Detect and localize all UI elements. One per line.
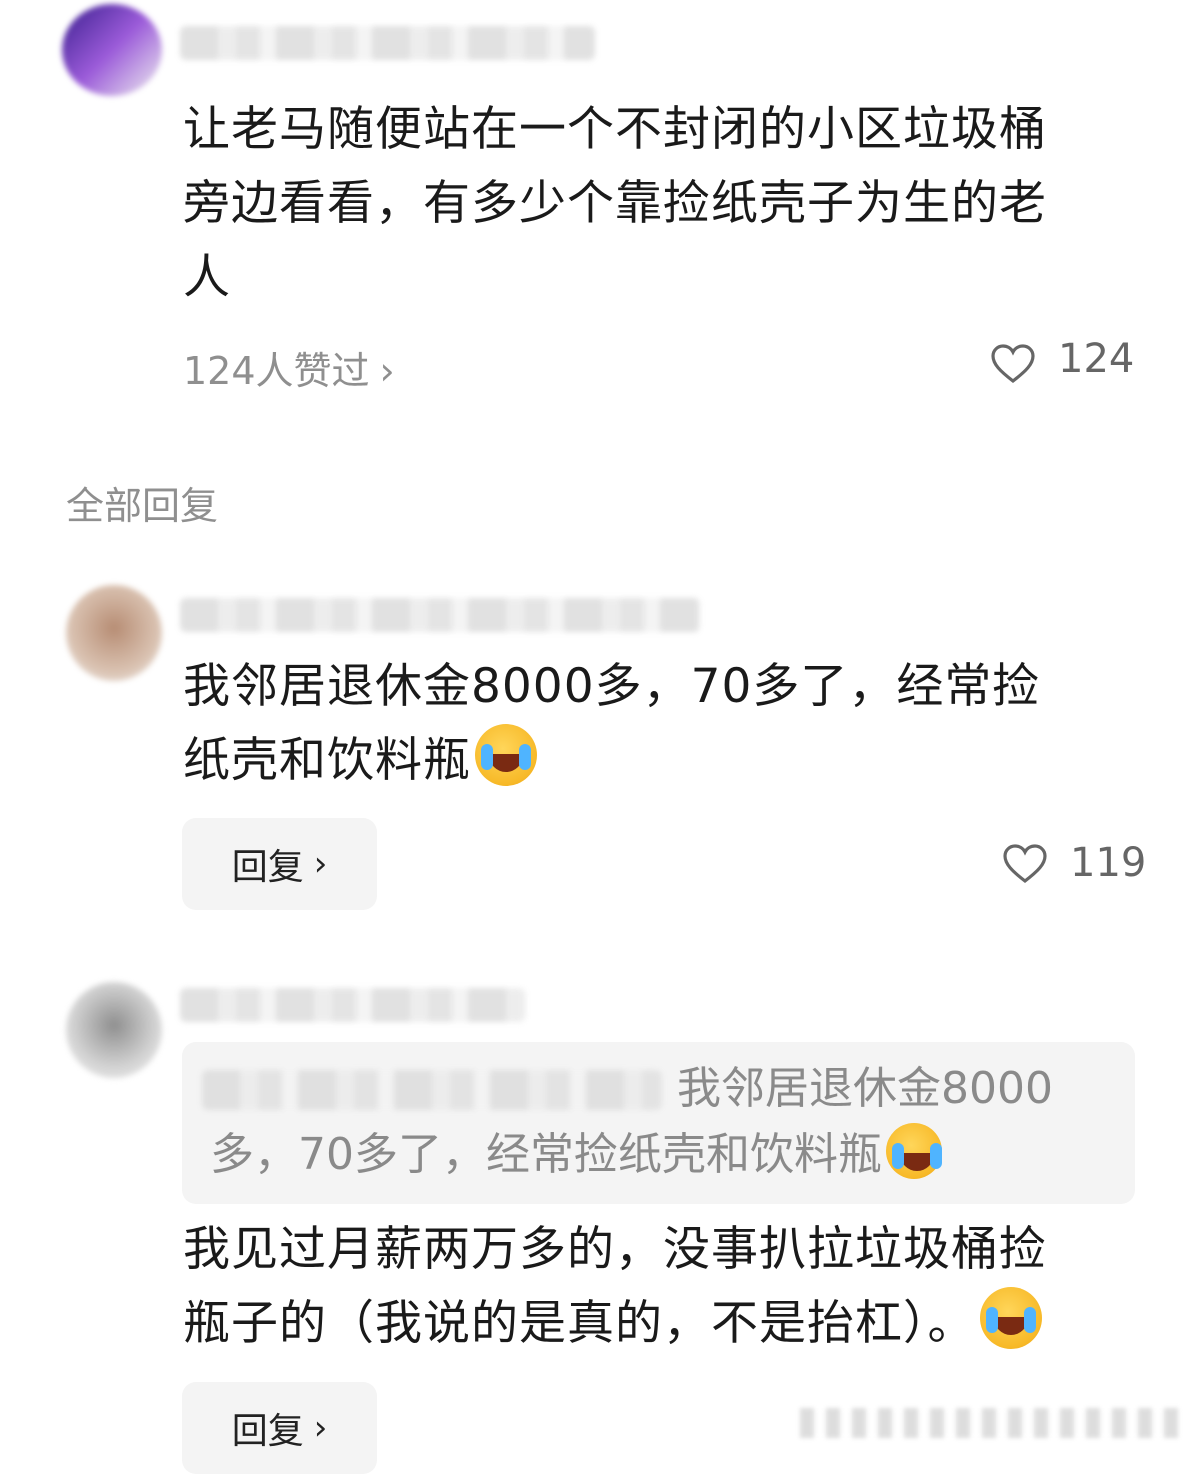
quoted-username-blurred: [202, 1070, 662, 1110]
username-blurred[interactable]: [180, 26, 595, 60]
username-blurred[interactable]: [180, 988, 525, 1022]
like-count: 124: [1058, 336, 1135, 382]
reply-button-label: 回复: [231, 847, 304, 888]
avatar[interactable]: [62, 4, 162, 96]
avatar[interactable]: [66, 982, 162, 1078]
watermark-blurred: [800, 1408, 1180, 1438]
reply-line-text: 瓶子的（我说的是真的，不是抬杠）。: [183, 1296, 976, 1351]
comment-line: 人: [183, 250, 231, 305]
quote-line: 我邻居退休金8000: [677, 1063, 1053, 1114]
reply-text: 我邻居退休金8000多，70多了，经常捡 纸壳和饮料瓶: [183, 650, 1143, 798]
heart-icon[interactable]: [990, 343, 1036, 385]
section-title: 全部回复: [66, 484, 219, 528]
reply-line-with-emoji: 瓶子的（我说的是真的，不是抬杠）。: [183, 1287, 1143, 1361]
laughing-tears-emoji-icon: [886, 1123, 942, 1179]
reply-button-label: 回复: [231, 1411, 304, 1452]
likes-summary-link[interactable]: 124人赞过 ›: [183, 340, 395, 395]
likes-summary-label: 124人赞过: [183, 349, 370, 393]
username-blurred[interactable]: [180, 598, 700, 632]
chevron-right-icon: ›: [313, 1408, 328, 1448]
avatar[interactable]: [66, 585, 162, 681]
comment-line: 让老马随便站在一个不封闭的小区垃圾桶: [183, 102, 1047, 157]
reply-text: 我见过月薪两万多的，没事扒拉垃圾桶捡 瓶子的（我说的是真的，不是抬杠）。: [183, 1213, 1143, 1361]
reply-line-with-emoji: 纸壳和饮料瓶: [183, 724, 1143, 798]
quote-line-with-emoji: 多，70多了，经常捡纸壳和饮料瓶: [210, 1122, 942, 1188]
chevron-right-icon: ›: [379, 349, 395, 393]
quoted-comment[interactable]: 我邻居退休金8000 多，70多了，经常捡纸壳和饮料瓶: [182, 1042, 1135, 1204]
like-count: 119: [1070, 840, 1147, 886]
reply-line-text: 纸壳和饮料瓶: [183, 733, 471, 788]
reply-line: 我见过月薪两万多的，没事扒拉垃圾桶捡: [183, 1222, 1047, 1277]
reply-button[interactable]: 回复 ›: [182, 818, 377, 910]
comment-text: 让老马随便站在一个不封闭的小区垃圾桶 旁边看看，有多少个靠捡纸壳子为生的老 人: [183, 93, 1143, 315]
reply-button[interactable]: 回复 ›: [182, 1382, 377, 1474]
comment-line: 旁边看看，有多少个靠捡纸壳子为生的老: [183, 176, 1047, 231]
reply-line: 我邻居退休金8000多，70多了，经常捡: [183, 659, 1041, 714]
laughing-tears-emoji-icon: [475, 724, 537, 786]
chevron-right-icon: ›: [313, 844, 328, 884]
quote-line-text: 多，70多了，经常捡纸壳和饮料瓶: [210, 1129, 882, 1180]
heart-icon[interactable]: [1002, 843, 1048, 885]
laughing-tears-emoji-icon: [979, 1287, 1042, 1349]
